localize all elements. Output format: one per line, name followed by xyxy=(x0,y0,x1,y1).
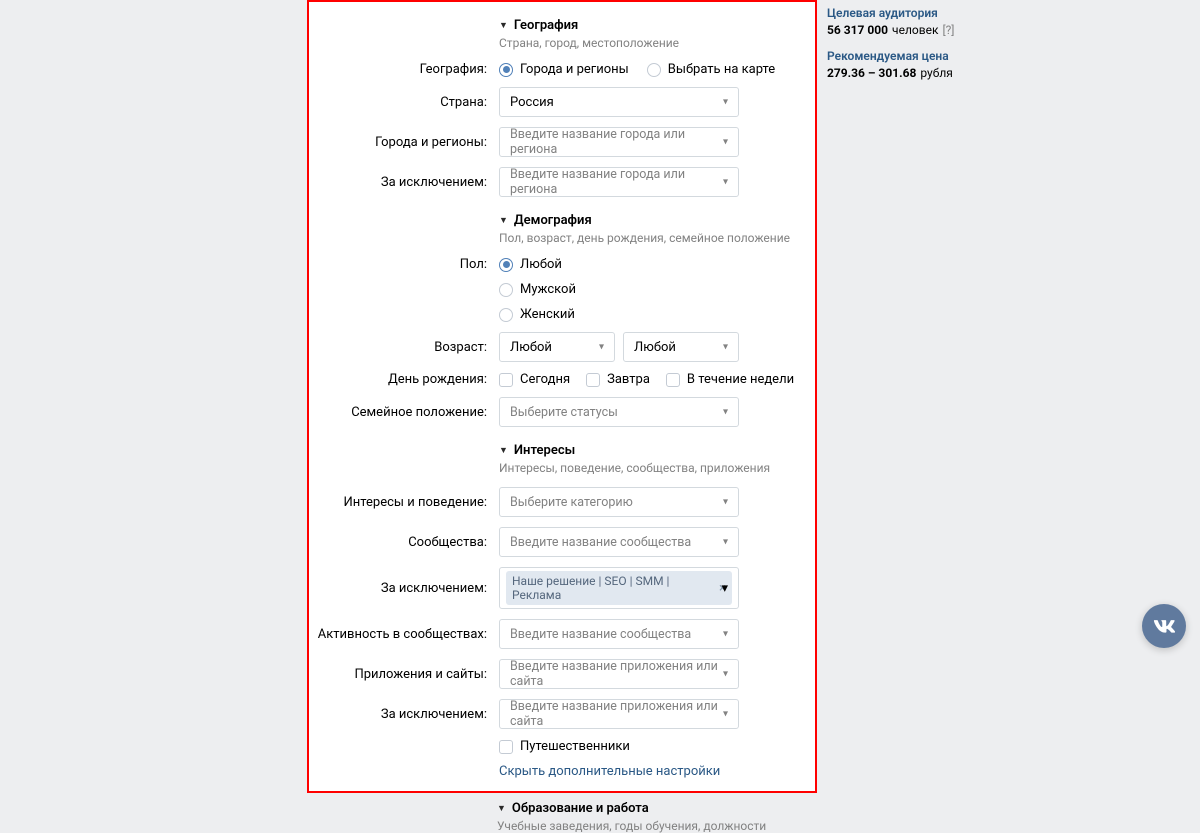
chevron-down-icon[interactable]: ▼ xyxy=(499,215,508,226)
chevron-down-icon[interactable]: ▼ xyxy=(497,803,506,814)
chevron-down-icon: ▾ xyxy=(723,137,728,148)
section-subtitle: Пол, возраст, день рождения, семейное по… xyxy=(499,231,815,245)
radio-cities-regions[interactable]: Города и регионы xyxy=(499,62,629,77)
input-geo-except[interactable]: Введите название города или региона ▾ xyxy=(499,167,739,197)
checkbox-bday-week[interactable]: В течение недели xyxy=(666,372,794,387)
label-apps-except: За исключением: xyxy=(309,707,499,722)
radio-sex-male[interactable]: Мужской xyxy=(499,282,576,297)
label-cities-regions: Города и регионы: xyxy=(309,135,499,150)
section-subtitle: Интересы, поведение, сообщества, приложе… xyxy=(499,461,815,475)
sidebar-audience-title: Целевая аудитория xyxy=(827,6,967,20)
vk-icon xyxy=(1153,620,1175,633)
chevron-down-icon: ▾ xyxy=(721,581,728,596)
vk-fab-button[interactable] xyxy=(1142,604,1186,648)
radio-icon xyxy=(499,283,513,297)
checkbox-travelers[interactable]: Путешественники xyxy=(499,739,630,754)
label-communities: Сообщества: xyxy=(309,535,499,550)
chevron-down-icon: ▾ xyxy=(723,97,728,108)
select-country[interactable]: Россия ▾ xyxy=(499,87,739,117)
select-age-to[interactable]: Любой ▾ xyxy=(623,332,739,362)
input-activity[interactable]: Введите название сообщества ▾ xyxy=(499,619,739,649)
radio-sex-any[interactable]: Любой xyxy=(499,257,576,272)
radio-select-on-map[interactable]: Выбрать на карте xyxy=(647,62,775,77)
checkbox-icon xyxy=(666,373,680,387)
select-age-from[interactable]: Любой ▾ xyxy=(499,332,615,362)
chevron-down-icon: ▾ xyxy=(723,629,728,640)
section-title: Образование и работа xyxy=(512,801,649,816)
radio-icon xyxy=(647,63,661,77)
radio-icon xyxy=(499,63,513,77)
input-cities-regions[interactable]: Введите название города или региона ▾ xyxy=(499,127,739,157)
chevron-down-icon[interactable]: ▼ xyxy=(499,445,508,456)
input-apps[interactable]: Введите название приложения или сайта ▾ xyxy=(499,659,739,689)
sidebar-audience-value: 56 317 000 xyxy=(827,23,888,37)
chevron-down-icon: ▾ xyxy=(723,669,728,680)
label-country: Страна: xyxy=(309,95,499,110)
targeting-panel: ▼ География Страна, город, местоположени… xyxy=(307,0,817,793)
label-geo-except: За исключением: xyxy=(309,175,499,190)
section-title: Демография xyxy=(514,213,592,228)
chevron-down-icon: ▾ xyxy=(723,497,728,508)
input-communities-except[interactable]: Наше решение | SEO | SMM | Реклама × ▾ xyxy=(499,567,739,609)
checkbox-icon xyxy=(586,373,600,387)
label-age: Возраст: xyxy=(309,340,499,355)
sidebar-stats: Целевая аудитория 56 317 000 человек [?]… xyxy=(827,0,967,793)
section-subtitle: Страна, город, местоположение xyxy=(499,36,815,50)
radio-sex-female[interactable]: Женский xyxy=(499,307,576,322)
section-title: Интересы xyxy=(514,443,575,458)
checkbox-bday-today[interactable]: Сегодня xyxy=(499,372,570,387)
section-subtitle: Учебные заведения, годы обучения, должно… xyxy=(497,819,1200,833)
checkbox-icon xyxy=(499,740,513,754)
chevron-down-icon: ▾ xyxy=(723,177,728,188)
chevron-down-icon: ▾ xyxy=(723,709,728,720)
label-interests-behavior: Интересы и поведение: xyxy=(309,495,499,510)
section-interests-header: ▼ Интересы Интересы, поведение, сообщест… xyxy=(499,437,815,487)
link-hide-additional[interactable]: Скрыть дополнительные настройки xyxy=(499,764,720,779)
input-apps-except[interactable]: Введите название приложения или сайта ▾ xyxy=(499,699,739,729)
select-marital[interactable]: Выберите статусы ▾ xyxy=(499,397,739,427)
section-title: География xyxy=(514,18,578,33)
sidebar-price-value: 279.36 – 301.68 xyxy=(827,66,916,80)
checkbox-bday-tomorrow[interactable]: Завтра xyxy=(586,372,650,387)
label-communities-except: За исключением: xyxy=(309,581,499,596)
section-education-header: ▼ Образование и работа Учебные заведения… xyxy=(497,793,1200,833)
radio-icon xyxy=(499,308,513,322)
chevron-down-icon: ▾ xyxy=(723,537,728,548)
help-icon[interactable]: [?] xyxy=(942,23,954,37)
label-activity: Активность в сообществах: xyxy=(309,627,499,642)
label-sex: Пол: xyxy=(309,257,499,272)
chevron-down-icon[interactable]: ▼ xyxy=(499,20,508,31)
chevron-down-icon: ▾ xyxy=(723,407,728,418)
label-apps: Приложения и сайты: xyxy=(309,667,499,682)
radio-icon xyxy=(499,258,513,272)
input-communities[interactable]: Введите название сообщества ▾ xyxy=(499,527,739,557)
section-geography-header: ▼ География Страна, город, местоположени… xyxy=(499,12,815,62)
token-excluded-community: Наше решение | SEO | SMM | Реклама × xyxy=(506,571,732,605)
section-demography-header: ▼ Демография Пол, возраст, день рождения… xyxy=(499,207,815,257)
chevron-down-icon: ▾ xyxy=(599,342,604,353)
label-geography: География: xyxy=(309,62,499,77)
checkbox-icon xyxy=(499,373,513,387)
label-marital: Семейное положение: xyxy=(309,405,499,420)
select-interests-behavior[interactable]: Выберите категорию ▾ xyxy=(499,487,739,517)
chevron-down-icon: ▾ xyxy=(723,342,728,353)
sidebar-price-title: Рекомендуемая цена xyxy=(827,49,967,63)
label-birthday: День рождения: xyxy=(309,372,499,387)
